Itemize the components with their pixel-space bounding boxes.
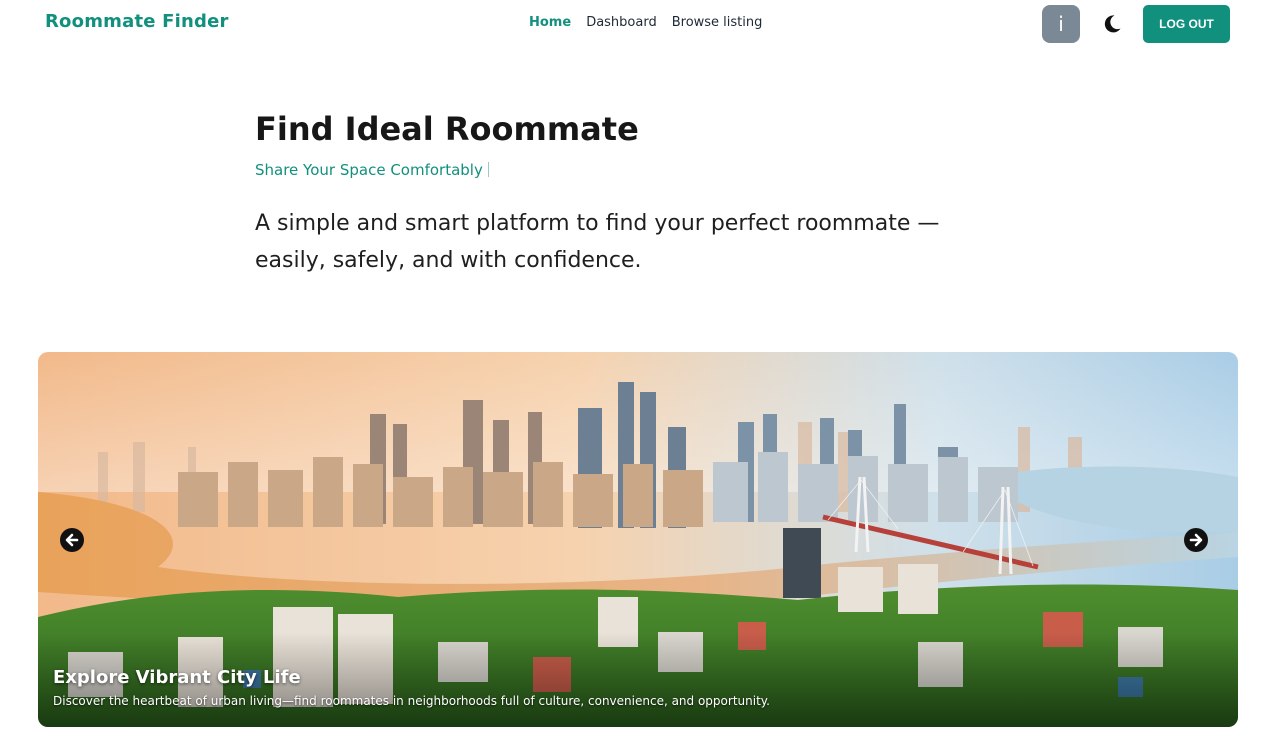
logout-button[interactable]: LOG OUT bbox=[1143, 5, 1230, 43]
brand-logo-link[interactable]: Roommate Finder bbox=[45, 11, 229, 32]
nav-link-dashboard[interactable]: Dashboard bbox=[586, 15, 657, 30]
user-avatar-button[interactable]: i bbox=[1042, 5, 1080, 43]
navbar: Roommate Finder Home Dashboard Browse li… bbox=[0, 0, 1261, 48]
arrow-left-icon[interactable] bbox=[60, 528, 84, 552]
slide-description: Discover the heartbeat of urban living—f… bbox=[53, 694, 770, 708]
nav-link-browse-listing[interactable]: Browse listing bbox=[672, 15, 763, 30]
nav-link-home[interactable]: Home bbox=[529, 15, 571, 30]
hero-description: A simple and smart platform to find your… bbox=[255, 211, 940, 273]
hero-subtitle: Share Your Space Comfortably bbox=[255, 161, 483, 179]
arrow-right-icon[interactable] bbox=[1184, 528, 1208, 552]
hero-title: Find Ideal Roommate bbox=[255, 110, 639, 148]
moon-icon[interactable] bbox=[1101, 13, 1123, 35]
typing-cursor bbox=[487, 162, 489, 177]
hero-subtitle-wrapper: Share Your Space Comfortably bbox=[255, 161, 489, 179]
main-nav: Home Dashboard Browse listing bbox=[529, 15, 762, 30]
slide-title: Explore Vibrant City Life bbox=[53, 667, 301, 688]
image-carousel[interactable]: Explore Vibrant City Life Discover the h… bbox=[38, 352, 1238, 727]
